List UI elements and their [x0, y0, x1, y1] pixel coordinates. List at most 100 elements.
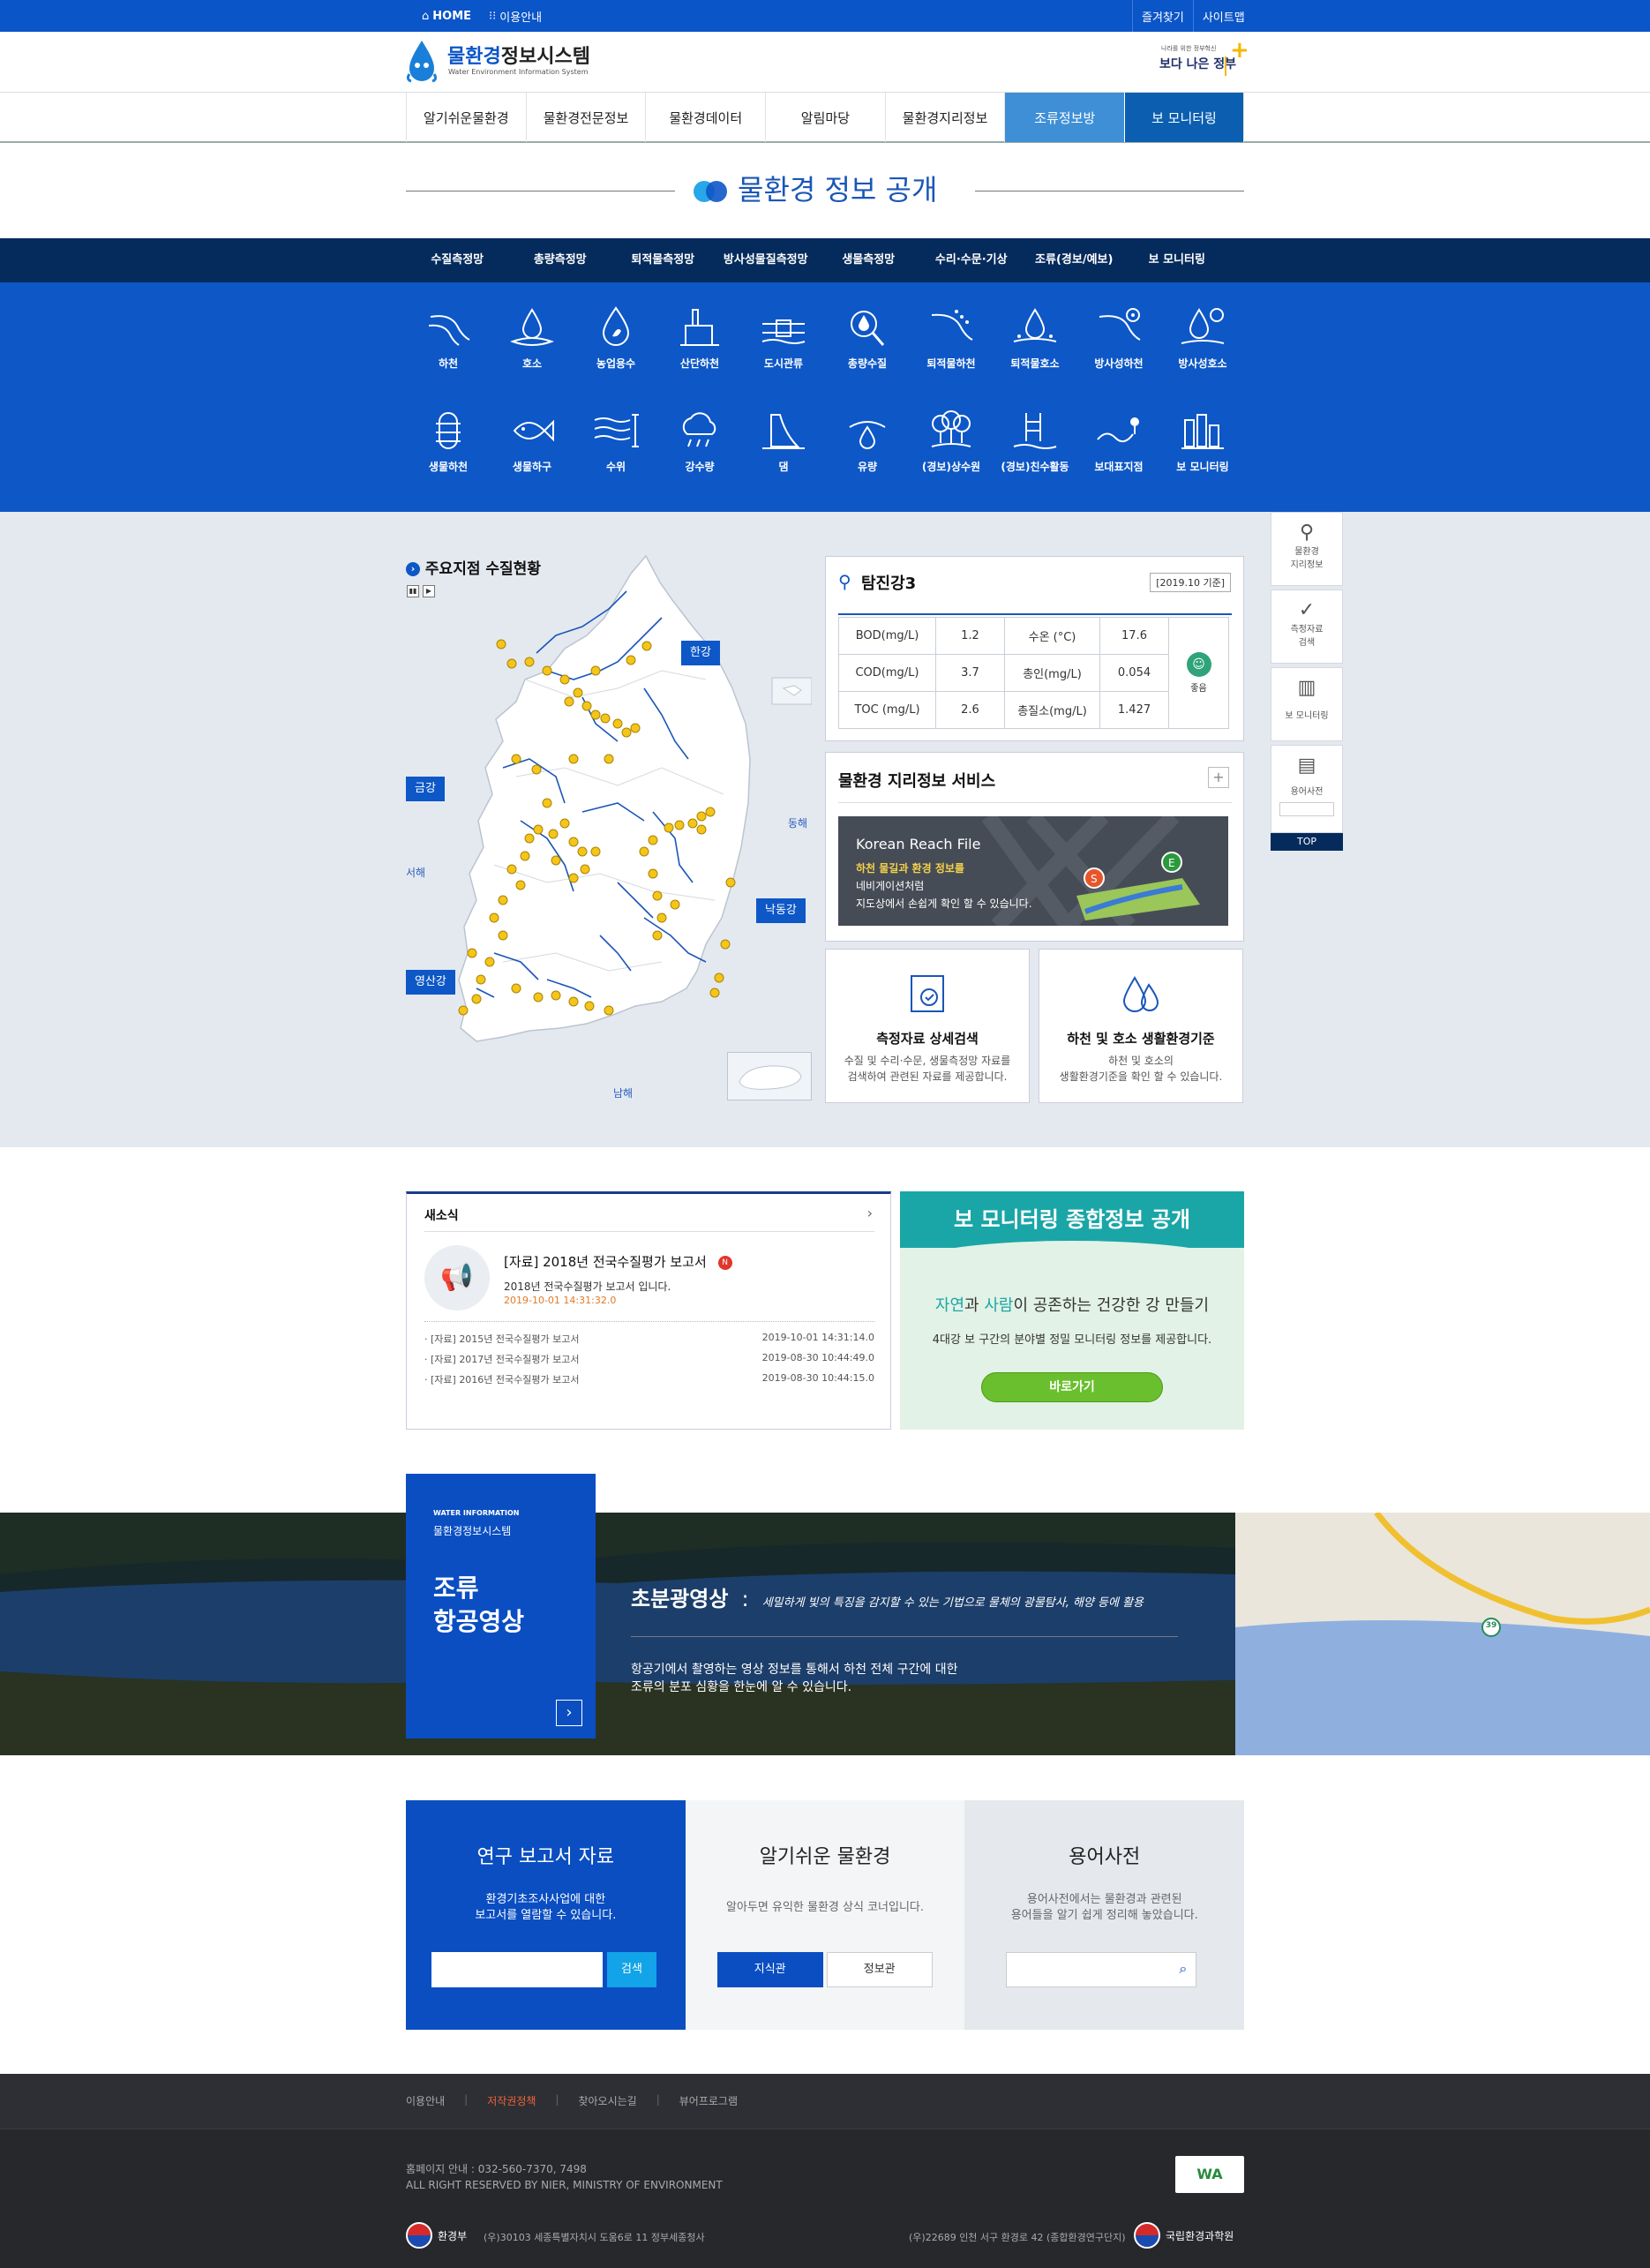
footer-left-address: (우)30103 세종특별자치시 도움6로 11 정부세종청사 — [484, 2232, 705, 2243]
network-link-row1-0[interactable]: 하천 — [407, 304, 490, 371]
water-drop-mascot-icon[interactable] — [406, 39, 438, 83]
network-link-row2-6[interactable]: (경보)상수원 — [910, 408, 993, 474]
tree-icon — [931, 410, 971, 447]
region-label-geum[interactable]: 금강 — [406, 777, 445, 801]
top-button[interactable]: TOP — [1271, 833, 1343, 851]
report-search-input[interactable] — [431, 1952, 603, 1987]
radioactive-river-icon — [1099, 308, 1141, 341]
aerial-next-button[interactable]: › — [556, 1700, 582, 1726]
news-more-chevron-icon[interactable]: › — [867, 1205, 873, 1221]
subnav-hydrology[interactable]: 수리·수문·기상 — [920, 238, 1024, 282]
report-search-button[interactable]: 검색 — [607, 1952, 656, 1987]
news-headline[interactable]: [자료] 2018년 전국수질평가 보고서 N — [504, 1252, 732, 1271]
gnb-item-geo-info[interactable]: 물환경지리정보 — [884, 93, 1005, 142]
subnav-biology[interactable]: 생물측정망 — [817, 238, 920, 282]
living-environment-standard-box[interactable]: 하천 및 호소 생활환경기준 하천 및 호소의 생활환경기준을 확인 할 수 있습… — [1039, 949, 1243, 1103]
detailed-search-box[interactable]: 측정자료 상세검색 수질 및 수리·수문, 생물측정망 자료를 검색하여 관련된 … — [825, 949, 1030, 1103]
road-number-badge: 39 — [1485, 1621, 1497, 1630]
gnb-item-expert-info[interactable]: 물환경전문정보 — [525, 93, 646, 142]
network-label: 생물하천 — [428, 461, 469, 473]
site-logo[interactable]: 물환경정보시스템 — [447, 41, 590, 69]
megaphone-icon: 📢 — [424, 1245, 490, 1310]
region-label-han[interactable]: 한강 — [681, 641, 720, 665]
quick-geo-info[interactable]: ⚲ 물환경 지리정보 — [1271, 512, 1343, 586]
network-link-row2-9[interactable]: 보 모니터링 — [1161, 408, 1244, 474]
knowledge-tab-button[interactable]: 지식관 — [716, 1952, 823, 1987]
network-link-row1-1[interactable]: 호소 — [491, 304, 574, 371]
nier-logo[interactable]: 국립환경과학원 — [1134, 2222, 1234, 2249]
taegeuk-icon — [406, 2222, 432, 2249]
subnav-weir[interactable]: 보 모니터링 — [1126, 238, 1229, 282]
point-icon — [1097, 417, 1139, 443]
guide-link[interactable]: ⁝⁝ 이용안내 — [480, 0, 551, 32]
list-item[interactable]: · [자료] 2016년 전국수질평가 보고서 2019-08-30 10:44:… — [424, 1372, 874, 1386]
gnb-item-weir-monitoring[interactable]: 보 모니터링 — [1124, 93, 1244, 142]
ministry-env-logo[interactable]: 환경부 — [406, 2222, 467, 2249]
network-link-row1-3[interactable]: 산단하천 — [658, 304, 741, 371]
go-button[interactable]: 바로가기 — [981, 1372, 1163, 1402]
network-link-row1-8[interactable]: 방사성하천 — [1077, 304, 1160, 371]
network-label: 댐 — [778, 461, 789, 473]
network-label: 유량 — [857, 461, 878, 473]
subnav-water-quality[interactable]: 수질측정망 — [406, 238, 509, 282]
region-label-nakdong[interactable]: 낙동강 — [756, 898, 806, 923]
dictionary-mini-input[interactable] — [1279, 802, 1334, 816]
network-link-row2-5[interactable]: 유량 — [826, 408, 909, 474]
quick-data-search[interactable]: ✓ 측정자료 검색 — [1271, 590, 1343, 664]
network-link-row1-6[interactable]: 퇴적물하천 — [910, 304, 993, 371]
sub-navigation: 수질측정망 총량측정망 퇴적물측정망 방사성물질측정망 생물측정망 수리·수문·… — [0, 238, 1650, 282]
network-link-row2-1[interactable]: 생물하구 — [491, 408, 574, 474]
dictionary-search-input[interactable]: ⌕ — [1006, 1952, 1197, 1987]
gnb-item-notice[interactable]: 알림마당 — [765, 93, 885, 142]
region-label-yeongsan[interactable]: 영산강 — [406, 970, 455, 995]
main-navigation: 알기쉬운물환경 물환경전문정보 물환경데이터 알림마당 물환경지리정보 조류정보… — [0, 92, 1650, 143]
network-link-row2-8[interactable]: 보대표지점 — [1077, 408, 1160, 474]
network-link-row2-4[interactable]: 댐 — [742, 408, 825, 474]
network-label: (경보)친수활동 — [1001, 461, 1069, 473]
korean-reach-file-banner[interactable]: Korean Reach File 하천 물길과 환경 정보를 네비게이션처럼 … — [838, 816, 1228, 926]
double-circle-icon — [694, 181, 727, 202]
good-grade-icon: ☺ — [1186, 652, 1211, 677]
korea-river-map[interactable] — [441, 547, 812, 1112]
network-link-row2-7[interactable]: (경보)친수활동 — [994, 408, 1076, 474]
footer-link-copyright[interactable]: 저작권정책 — [487, 2093, 536, 2108]
footer-link-viewer[interactable]: 뷰어프로그램 — [679, 2093, 738, 2108]
sitemap-link[interactable]: 사이트맵 — [1192, 0, 1254, 32]
list-item[interactable]: · [자료] 2017년 전국수질평가 보고서 2019-08-30 10:44:… — [424, 1352, 874, 1366]
flow-icon — [849, 421, 886, 449]
gov-innovation-logo[interactable]: 나라를 위한 정부혁신 보다 나은 정부 + — [1156, 39, 1249, 79]
gnb-item-algae[interactable]: 조류정보방 — [1004, 93, 1125, 142]
network-link-row1-4[interactable]: 도시관류 — [742, 304, 825, 371]
bookmark-link[interactable]: 즐겨찾기 — [1132, 0, 1193, 32]
network-link-row2-3[interactable]: 강수량 — [658, 408, 741, 474]
aerial-video-card[interactable]: WATER INFORMATION 물환경정보시스템 조류 항공영상 › — [406, 1474, 596, 1739]
pause-button[interactable]: ▮▮ — [407, 585, 419, 597]
footer-copyright: ALL RIGHT RESERVED BY NIER, MINISTRY OF … — [406, 2179, 723, 2191]
quick-dictionary[interactable]: ▤ 용어사전 — [1271, 745, 1343, 833]
subnav-sediment[interactable]: 퇴적물측정망 — [611, 238, 715, 282]
search-icon[interactable]: ⌕ — [1179, 1960, 1187, 1978]
network-link-row2-2[interactable]: 수위 — [574, 408, 657, 474]
network-link-row1-7[interactable]: 퇴적물호소 — [994, 304, 1076, 371]
footer-link-guide[interactable]: 이용안내 — [406, 2093, 445, 2108]
network-link-row1-9[interactable]: 방사성호소 — [1161, 304, 1244, 371]
subnav-total-load[interactable]: 총량측정망 — [509, 238, 612, 282]
footer-link-directions[interactable]: 찾아오시는길 — [578, 2093, 636, 2108]
subnav-algae[interactable]: 조류(경보/예보) — [1023, 238, 1126, 282]
quick-weir-monitoring[interactable]: ▥ 보 모니터링 — [1271, 667, 1343, 741]
expand-plus-button[interactable]: + — [1208, 767, 1229, 788]
gnb-item-water-data[interactable]: 물환경데이터 — [645, 93, 765, 142]
network-link-row2-0[interactable]: 생물하천 — [407, 408, 490, 474]
network-link-row1-2[interactable]: 농업용수 — [574, 304, 657, 371]
network-label: 퇴적물호소 — [1010, 357, 1060, 370]
network-link-row1-5[interactable]: 총량수질 — [826, 304, 909, 371]
home-link[interactable]: ⌂ HOME — [413, 0, 480, 32]
network-label: 수위 — [605, 461, 626, 473]
list-item[interactable]: · [자료] 2015년 전국수질평가 보고서 2019-10-01 14:31:… — [424, 1332, 874, 1346]
info-tab-button[interactable]: 정보관 — [826, 1952, 933, 1987]
gnb-item-easy-water[interactable]: 알기쉬운물환경 — [406, 93, 526, 142]
play-button[interactable]: ▶ — [423, 585, 435, 597]
arrow-circle-icon: › — [406, 562, 420, 576]
weir-monitoring-banner[interactable]: 보 모니터링 종합정보 공개 자연과 사람이 공존하는 건강한 강 만들기 4대… — [900, 1191, 1244, 1430]
subnav-radioactive[interactable]: 방사성물질측정망 — [715, 238, 818, 282]
